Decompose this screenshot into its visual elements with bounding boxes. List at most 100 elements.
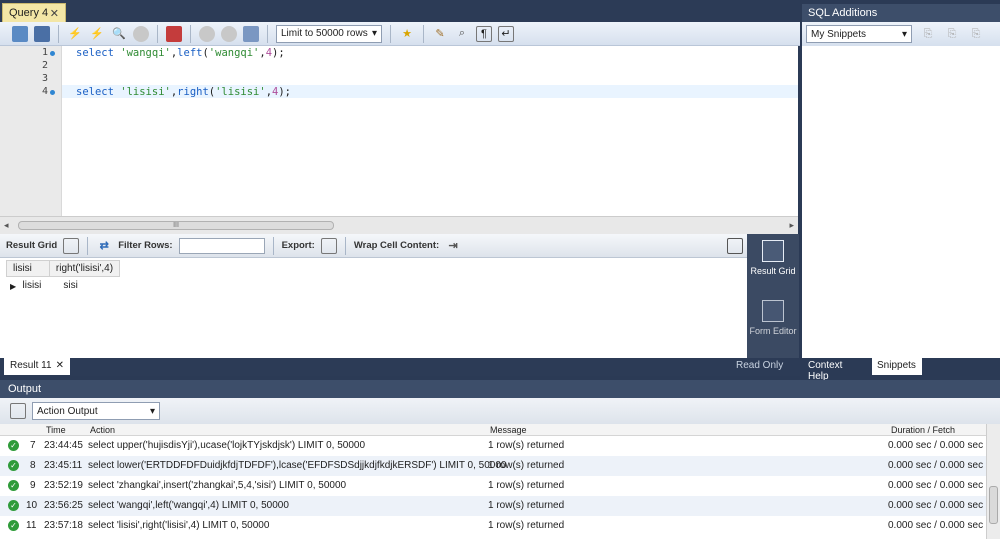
scrollbar-thumb[interactable]: III	[18, 221, 334, 230]
autocommit-icon[interactable]	[243, 25, 259, 42]
copy-snippet-icon[interactable]: ⎘	[968, 26, 984, 42]
save-icon[interactable]	[34, 25, 50, 42]
chevron-down-icon: ▾	[901, 28, 907, 40]
result-grid[interactable]: lisisi right('lisisi',4) lisisi sisi ▶	[0, 258, 747, 358]
export-icon[interactable]	[320, 237, 337, 254]
row-time: 23:57:18	[44, 520, 83, 531]
filter-rows-input[interactable]	[178, 237, 265, 254]
execute-current-icon[interactable]: ⚡	[89, 26, 105, 42]
table-row[interactable]: ✓ 10 23:56:25 select 'wangqi',left('wang…	[0, 496, 986, 516]
beautify-broom-icon[interactable]: ✎	[432, 26, 448, 42]
row-time: 23:52:19	[44, 480, 83, 491]
punctuation: );	[272, 47, 285, 59]
toggle-error-icon[interactable]	[166, 25, 182, 42]
column-header-time[interactable]: Time	[46, 425, 66, 435]
column-header-action[interactable]: Action	[90, 425, 115, 435]
execute-icon[interactable]: ⚡	[67, 26, 83, 42]
row-number: 10	[26, 500, 38, 511]
snippets-list[interactable]	[802, 46, 1000, 358]
rollback-icon[interactable]	[221, 25, 237, 42]
table-header-row: lisisi right('lisisi',4)	[6, 260, 121, 277]
function-name: left	[177, 47, 203, 59]
scroll-left-icon[interactable]: ◂	[4, 220, 9, 231]
read-only-status: Read Only	[736, 360, 784, 371]
find-icon[interactable]: ⌕	[454, 26, 470, 42]
column-header[interactable]: lisisi	[6, 260, 50, 277]
tab-title: Query 4	[9, 7, 49, 19]
table-row[interactable]: ✓ 11 23:57:18 select 'lisisi',right('lis…	[0, 516, 986, 536]
close-icon[interactable]: ✕	[50, 7, 59, 20]
snippets-select[interactable]: My Snippets ▾	[806, 25, 912, 43]
row-action: select lower('ERTDDFDFDuidjkfdjTDFDF'),l…	[88, 460, 507, 471]
code-line-4: select 'lisisi',right('lisisi',4);	[76, 86, 291, 98]
open-folder-icon[interactable]	[12, 25, 28, 42]
wrap-cell-icon[interactable]: ⇥	[445, 238, 461, 254]
code-line-1: select 'wangqi',left('wangqi',4);	[76, 47, 285, 59]
string-literal: 'wangqi'	[120, 47, 171, 59]
limit-rows-select[interactable]: Limit to 50000 rows ▾	[276, 24, 382, 43]
export-label: Export:	[281, 240, 315, 251]
row-time: 23:44:45	[44, 440, 83, 451]
line-number: 2	[41, 60, 48, 71]
replace-snippet-icon[interactable]: ⎘	[944, 26, 960, 42]
string-literal: 'lisisi'	[120, 86, 171, 98]
commit-icon[interactable]	[199, 25, 215, 42]
table-row[interactable]: ✓ 8 23:45:11 select lower('ERTDDFDFDuidj…	[0, 456, 986, 476]
punctuation: );	[278, 86, 291, 98]
row-duration: 0.000 sec / 0.000 sec	[888, 500, 984, 511]
success-check-icon: ✓	[8, 520, 19, 531]
row-time: 23:45:11	[44, 460, 83, 471]
explain-icon[interactable]: 🔍	[111, 26, 127, 42]
success-check-icon: ✓	[8, 440, 19, 451]
row-action: select 'lisisi',right('lisisi',4) LIMIT …	[88, 520, 270, 531]
result-grid-label[interactable]: Result Grid	[6, 240, 57, 251]
toolbar-divider	[267, 24, 268, 43]
wrap-lines-icon[interactable]: ↵	[498, 25, 514, 42]
table-row[interactable]: ✓ 7 23:44:45 select upper('hujisdisYji')…	[0, 436, 986, 456]
add-snippet-star-icon[interactable]: ★	[399, 26, 415, 42]
sql-editor[interactable]: 1 2 3 4 select 'wangqi',left('wangqi',4)…	[0, 46, 798, 216]
refresh-arrows-icon[interactable]: ⇄	[96, 238, 112, 254]
tab-context-help[interactable]: Context Help	[802, 358, 870, 382]
output-vertical-scrollbar[interactable]	[986, 424, 1000, 539]
result-grid-side-tab[interactable]: Result Grid	[747, 240, 799, 276]
editor-toolbar: ⚡ ⚡ 🔍 Limit to 50000 rows ▾ ★ ✎ ⌕ ¶ ↵	[0, 22, 800, 46]
table-row[interactable]: lisisi sisi	[7, 277, 120, 294]
sql-additions-title: SQL Additions	[802, 4, 1000, 22]
table-cell[interactable]: sisi	[49, 277, 119, 294]
table-row[interactable]: ✓ 9 23:52:19 select 'zhangkai',insert('z…	[0, 476, 986, 496]
stop-icon[interactable]	[133, 25, 149, 42]
tab-snippets[interactable]: Snippets	[872, 358, 922, 375]
success-check-icon: ✓	[8, 500, 19, 511]
scrollbar-thumb[interactable]	[989, 486, 998, 524]
toolbar-divider	[423, 24, 424, 43]
invisible-chars-icon[interactable]: ¶	[476, 25, 492, 42]
close-icon[interactable]: ✕	[56, 360, 64, 373]
column-header-duration[interactable]: Duration / Fetch	[891, 425, 955, 435]
output-toolbar: Action Output ▾	[0, 398, 1000, 424]
output-type-select[interactable]: Action Output ▾	[32, 402, 160, 420]
query-tab-strip: Query 4 ✕	[0, 0, 800, 22]
result-table: lisisi right('lisisi',4) lisisi sisi	[6, 260, 121, 294]
insert-snippet-icon[interactable]: ⎘	[920, 26, 936, 42]
side-tab-label: Form Editor	[749, 326, 797, 336]
copy-output-icon[interactable]	[10, 403, 26, 419]
statement-marker-icon	[50, 51, 55, 56]
snippets-select-value: My Snippets	[811, 28, 867, 40]
grid-layout-icon[interactable]	[63, 237, 80, 254]
column-header[interactable]: right('lisisi',4)	[48, 260, 121, 277]
panel-toggle-icon[interactable]	[727, 237, 743, 254]
current-row-arrow-icon: ▶	[10, 282, 17, 291]
line-number: 1	[41, 47, 48, 58]
output-type-value: Action Output	[37, 405, 98, 417]
scroll-right-icon[interactable]: ▸	[789, 220, 794, 231]
limit-rows-value: Limit to 50000 rows	[281, 28, 368, 39]
toolbar-divider	[272, 236, 274, 255]
tab-result-11[interactable]: Result 11 ✕	[4, 358, 70, 375]
sql-additions-toolbar: My Snippets ▾ ⎘ ⎘ ⎘	[802, 22, 1000, 46]
row-number: 11	[26, 520, 37, 531]
editor-horizontal-scrollbar[interactable]: ◂ III ▸	[0, 216, 798, 234]
column-header-message[interactable]: Message	[490, 425, 527, 435]
form-editor-side-tab[interactable]: Form Editor	[747, 300, 799, 336]
tab-query-4[interactable]: Query 4 ✕	[2, 3, 66, 22]
